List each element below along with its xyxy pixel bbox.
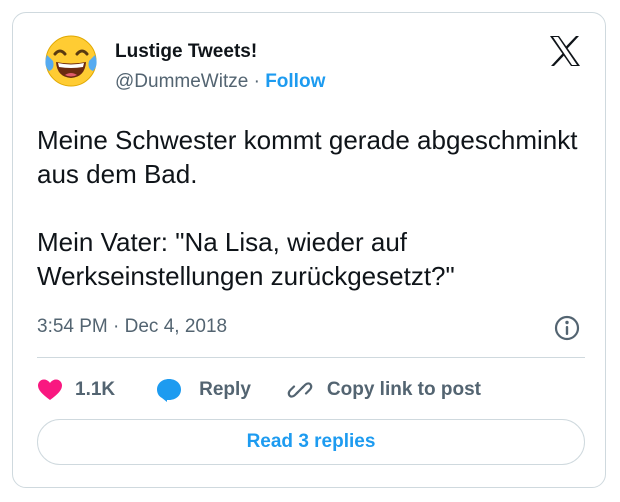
reply-label: Reply [199, 379, 251, 400]
like-button[interactable]: 1.1K [37, 378, 115, 402]
link-icon [287, 382, 313, 398]
tweet-timestamp[interactable]: 3:54 PM · Dec 4, 2018 [37, 316, 227, 338]
tweet-text: Meine Schwester kommt gerade abgeschmink… [37, 123, 587, 293]
heart-icon [38, 379, 62, 400]
tweet-paragraph-1: Meine Schwester kommt gerade abgeschmink… [37, 125, 578, 189]
handle-separator: · [253, 71, 260, 92]
tweet-card: Lustige Tweets! @DummeWitze · Follow Mei… [12, 12, 606, 488]
author-handle[interactable]: @DummeWitze [115, 71, 248, 92]
reply-bubble-icon [157, 379, 182, 402]
follow-button[interactable]: Follow [265, 71, 325, 92]
read-replies-button[interactable]: Read 3 replies [37, 419, 585, 465]
tweet-paragraph-2: Mein Vater: "Na Lisa, wieder auf Werksei… [37, 227, 455, 291]
author-display-name[interactable]: Lustige Tweets! [115, 41, 257, 63]
laughing-emoji-icon [45, 35, 97, 87]
divider [37, 357, 585, 358]
copy-link-button[interactable]: Copy link to post [287, 377, 481, 403]
x-logo-icon[interactable] [548, 35, 582, 67]
author-handle-row: @DummeWitze · Follow [115, 71, 325, 93]
copy-link-label: Copy link to post [326, 379, 481, 400]
avatar[interactable] [41, 31, 101, 91]
reply-button[interactable]: Reply [155, 377, 251, 403]
info-icon[interactable] [553, 314, 581, 342]
action-bar: 1.1K Reply Copy link to post [37, 373, 481, 407]
like-count: 1.1K [75, 379, 116, 400]
